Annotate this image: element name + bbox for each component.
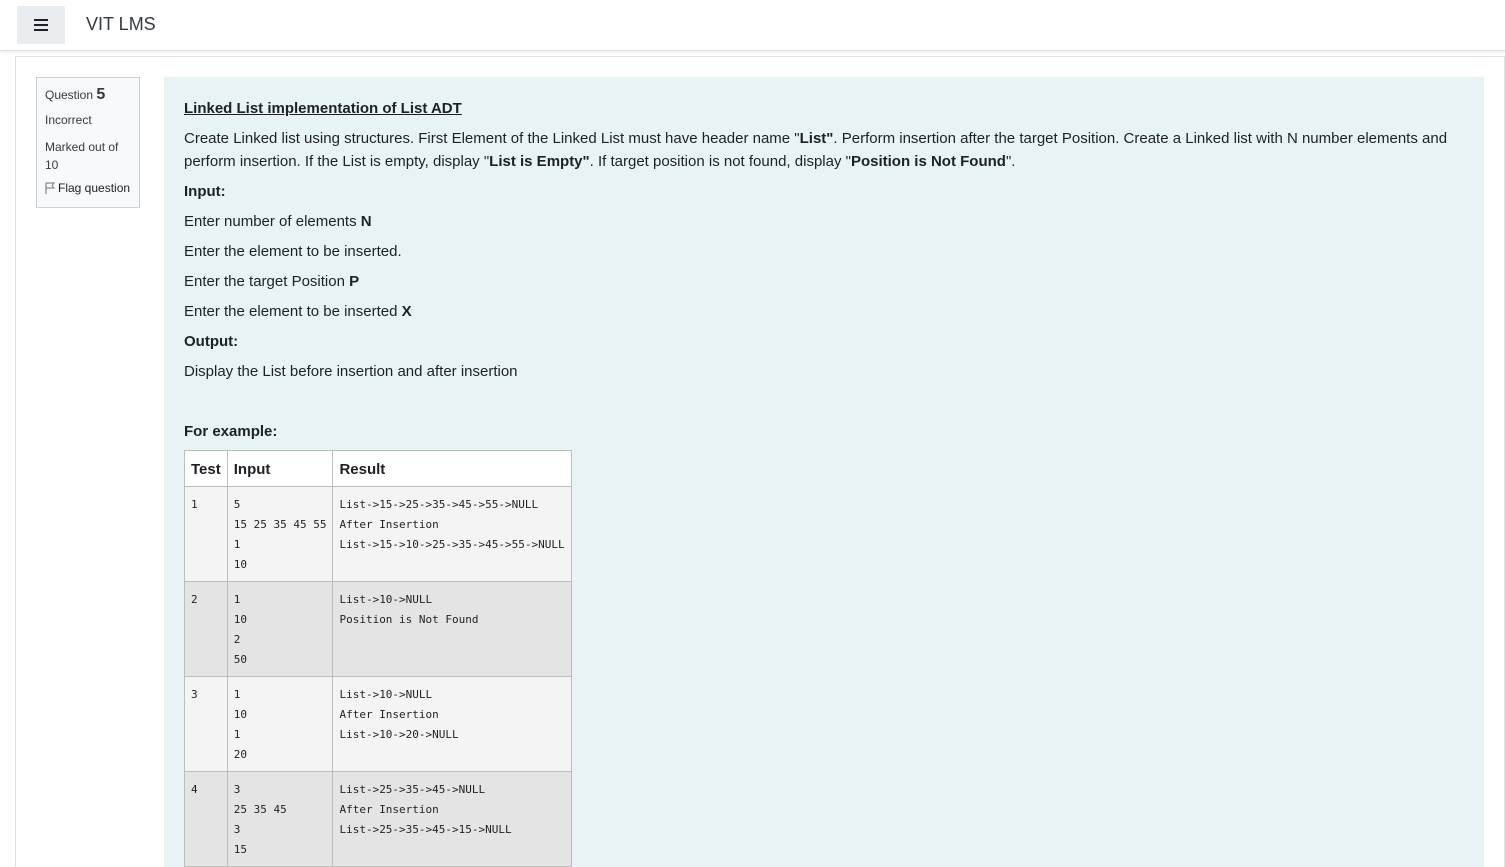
hamburger-menu-button[interactable]	[17, 6, 65, 44]
desc-part4: ".	[1005, 153, 1016, 170]
question-title: Linked List implementation of List ADT	[184, 100, 462, 117]
result-cell: List->10->NULL Position is Not Found	[332, 581, 572, 677]
question-state: Incorrect	[45, 113, 92, 127]
example-heading: For example:	[184, 423, 278, 440]
desc-part1: Create Linked list using structures. Fir…	[184, 130, 800, 147]
input-line-3-text: Enter the target Position	[184, 273, 350, 290]
input-line-4-var: X	[401, 303, 412, 320]
cell-line: 15 25 35 45 55	[233, 518, 327, 531]
input-line-4: Enter the element to be inserted X	[184, 300, 1464, 323]
header-input: Input	[226, 450, 334, 487]
test-cell: 2	[184, 581, 228, 677]
cell-line: 2	[233, 633, 241, 646]
input-cell: 1 10 2 50	[226, 581, 334, 677]
top-navbar: VIT LMS	[0, 0, 1505, 51]
site-brand[interactable]: VIT LMS	[86, 14, 156, 35]
test-cell: 4	[184, 771, 228, 867]
question-grade: Marked out of 10	[45, 138, 131, 174]
cell-line: 25 35 45	[233, 803, 287, 816]
cell-line: 5	[233, 498, 241, 511]
question-text-panel: Linked List implementation of List ADT C…	[164, 77, 1484, 867]
cell-line: After Insertion	[339, 803, 439, 816]
input-cell: 1 10 1 20	[226, 676, 334, 772]
output-line: Display the List before insertion and af…	[184, 363, 518, 380]
cell-line: 1	[233, 728, 241, 741]
examples-table: Test Input Result 1 5 15 25 35 45 55 1 10 L…	[184, 450, 572, 867]
input-cell: 3 25 35 45 3 15	[226, 771, 334, 867]
output-heading: Output:	[184, 333, 239, 350]
cell-line: List->25->35->45->15->NULL	[339, 823, 512, 836]
cell-line: 10	[233, 613, 247, 626]
table-row: 3 1 10 1 20 List->10->NULL After Insertion Li…	[184, 676, 572, 772]
examples-header-row: Test Input Result	[184, 450, 572, 487]
input-line-3: Enter the target Position P	[184, 270, 1464, 293]
question-description: Create Linked list using structures. Fir…	[184, 127, 1464, 173]
cell-line: Position is Not Found	[339, 613, 479, 626]
cell-line: 1	[233, 593, 241, 606]
flag-question-link[interactable]: Flag question	[45, 180, 131, 196]
input-cell: 5 15 25 35 45 55 1 10	[226, 486, 334, 582]
input-line-1-text: Enter number of elements	[184, 213, 361, 230]
desc-bold3: Position is Not Found	[850, 153, 1006, 170]
input-line-1: Enter number of elements N	[184, 210, 1464, 233]
cell-line: 20	[233, 748, 247, 761]
result-cell: List->10->NULL After Insertion List->10->2…	[332, 676, 572, 772]
input-line-2: Enter the element to be inserted.	[184, 243, 402, 260]
result-cell: List->25->35->45->NULL After Insertion Lis…	[332, 771, 572, 867]
cell-line: 50	[233, 653, 247, 666]
question-number-value: 5	[96, 86, 106, 103]
cell-line: List->15->10->25->35->45->55->NULL	[339, 538, 565, 551]
grade-value: 10	[45, 158, 59, 172]
question-info-panel: Question 5 Incorrect Marked out of 10 Fl…	[36, 77, 140, 208]
input-line-1-var: N	[360, 213, 372, 230]
question-label: Question	[45, 88, 94, 102]
cell-line: 1	[233, 688, 241, 701]
input-line-3-var: P	[349, 273, 360, 290]
test-cell: 1	[184, 486, 228, 582]
hamburger-menu-icon	[34, 19, 48, 31]
desc-part3: . If target position is not found, displ…	[589, 153, 851, 170]
desc-bold1: List"	[799, 130, 834, 147]
table-row: 2 1 10 2 50 List->10->NULL Position is Not F…	[184, 581, 572, 677]
input-heading: Input:	[184, 183, 226, 200]
cell-line: 10	[233, 558, 247, 571]
cell-line: List->10->20->NULL	[339, 728, 459, 741]
cell-line: List->10->NULL	[339, 593, 433, 606]
table-row: 4 3 25 35 45 3 15 List->25->35->45->NULL Aft…	[184, 771, 572, 867]
flag-icon	[45, 182, 55, 194]
header-result: Result	[332, 450, 572, 487]
flag-question-label[interactable]: Flag question	[58, 180, 130, 196]
result-cell: List->15->25->35->45->55->NULL After Inse…	[332, 486, 572, 582]
cell-line: 15	[233, 843, 247, 856]
grade-label: Marked out of	[45, 140, 119, 154]
header-test: Test	[184, 450, 228, 487]
cell-line: After Insertion	[339, 708, 439, 721]
cell-line: List->15->25->35->45->55->NULL	[339, 498, 539, 511]
cell-line: List->25->35->45->NULL	[339, 783, 486, 796]
cell-line: 10	[233, 708, 247, 721]
table-row: 1 5 15 25 35 45 55 1 10 List->15->25->35->4…	[184, 486, 572, 582]
question-number: Question 5	[45, 86, 131, 104]
input-line-4-text: Enter the element to be inserted	[184, 303, 402, 320]
test-cell: 3	[184, 676, 228, 772]
desc-bold2: List is Empty"	[489, 153, 590, 170]
cell-line: After Insertion	[339, 518, 439, 531]
cell-line: List->10->NULL	[339, 688, 433, 701]
cell-line: 1	[233, 538, 241, 551]
cell-line: 3	[233, 783, 241, 796]
cell-line: 3	[233, 823, 241, 836]
